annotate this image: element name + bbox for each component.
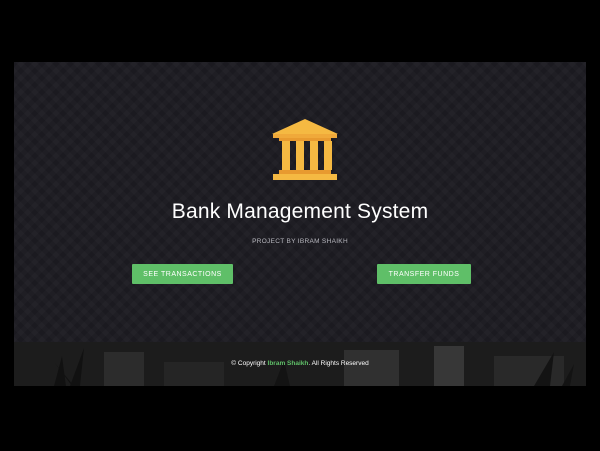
see-transactions-button[interactable]: SEE TRANSACTIONS xyxy=(132,264,233,284)
transfer-funds-button[interactable]: TRANSFER FUNDS xyxy=(377,264,471,284)
copyright-text: © Copyright Ibram Shaikh. All Rights Res… xyxy=(14,360,586,367)
copyright-prefix: © Copyright xyxy=(231,360,268,367)
author-name: Ibram Shaikh xyxy=(267,360,309,367)
bank-building-icon xyxy=(272,119,338,180)
page-title: Bank Management System xyxy=(171,200,429,223)
page-frame: Bank Management System PROJECT BY IBRAM … xyxy=(14,62,586,386)
footer: © Copyright Ibram Shaikh. All Rights Res… xyxy=(14,342,586,386)
project-byline: PROJECT BY IBRAM SHAIKH xyxy=(252,238,348,245)
copyright-suffix: . All Rights Reserved xyxy=(308,360,369,367)
